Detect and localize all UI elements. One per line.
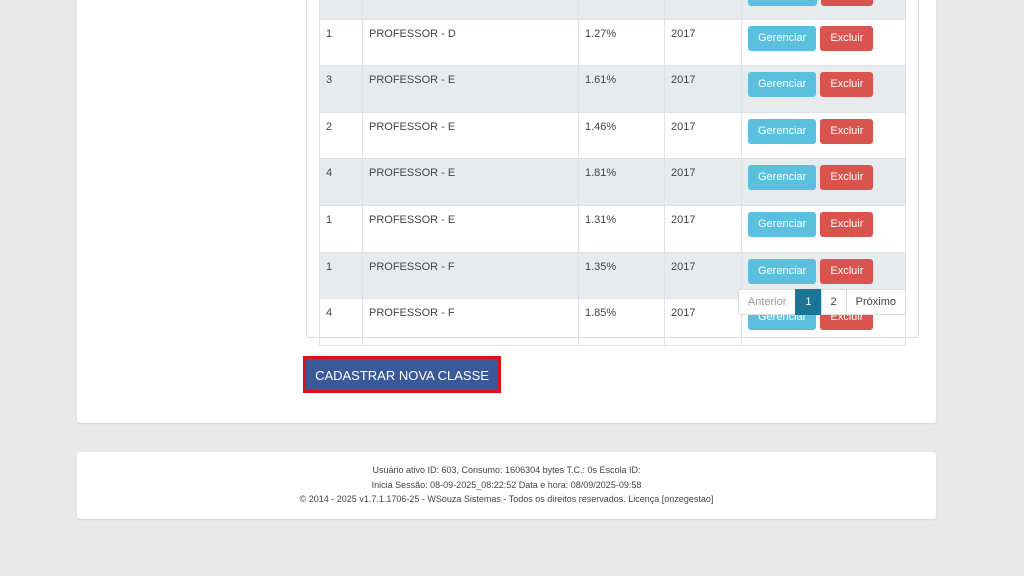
footer-session-info: Inicia Sessão: 08-09-2025_08:22:52 Data … <box>371 479 642 490</box>
cell-year: 2017 <box>664 251 742 300</box>
cell-number: 4 <box>319 298 363 346</box>
cell-class: PROFESSOR - F <box>362 298 579 346</box>
main-card: Gerenciar Excluir 1 PROFESSOR - D 1.27% … <box>77 0 936 423</box>
cell-percent: 1.46% <box>578 111 665 160</box>
cell-year: 2017 <box>664 158 742 206</box>
manage-button[interactable]: Gerenciar <box>748 118 817 144</box>
delete-button[interactable]: Excluir <box>820 165 874 191</box>
cell-year: 2017 <box>664 65 742 113</box>
cell-percent: 1.85% <box>578 298 665 346</box>
cell-class: PROFESSOR - E <box>362 111 579 160</box>
table-row: 1 PROFESSOR - E 1.31% 2017 Gerenciar Exc… <box>319 204 906 253</box>
table-row: 3 PROFESSOR - E 1.61% 2017 Gerenciar Exc… <box>319 65 906 113</box>
cell-year: 2017 <box>664 204 742 253</box>
pagination-next[interactable]: Próximo <box>845 289 906 315</box>
delete-button[interactable]: Excluir <box>820 118 874 144</box>
delete-button[interactable]: Excluir <box>820 25 874 51</box>
cell-number: 1 <box>319 18 363 67</box>
delete-button[interactable]: Excluir <box>820 72 874 98</box>
delete-button[interactable]: Excluir <box>820 211 874 237</box>
cell-year: 2017 <box>664 111 742 160</box>
register-new-class-button[interactable]: CADASTRAR NOVA CLASSE <box>303 356 501 393</box>
cell-number: 2 <box>319 111 363 160</box>
cell-percent: 1.35% <box>578 251 665 300</box>
cell-number: 1 <box>319 251 363 300</box>
cell-class: PROFESSOR - E <box>362 65 579 113</box>
cell-percent: 1.27% <box>578 18 665 67</box>
table-row-partial: Gerenciar Excluir <box>319 0 906 20</box>
pagination-previous[interactable]: Anterior <box>737 289 797 315</box>
cell-class: PROFESSOR - E <box>362 158 579 206</box>
pagination-page-2[interactable]: 2 <box>820 289 847 315</box>
classes-panel: Gerenciar Excluir 1 PROFESSOR - D 1.27% … <box>306 0 919 346</box>
pagination: Anterior 1 2 Próximo <box>737 289 906 315</box>
cell-class: PROFESSOR - F <box>362 251 579 300</box>
manage-button[interactable]: Gerenciar <box>748 25 817 51</box>
table-row: 2 PROFESSOR - E 1.46% 2017 Gerenciar Exc… <box>319 111 906 160</box>
cell-percent: 1.31% <box>578 204 665 253</box>
cell-class: PROFESSOR - D <box>362 18 579 67</box>
cell-number: 3 <box>319 65 363 113</box>
table-row: 4 PROFESSOR - E 1.81% 2017 Gerenciar Exc… <box>319 158 906 206</box>
table-row: 1 PROFESSOR - D 1.27% 2017 Gerenciar Exc… <box>319 18 906 67</box>
manage-button[interactable]: Gerenciar <box>748 72 817 98</box>
cell-year: 2017 <box>664 18 742 67</box>
pagination-page-1[interactable]: 1 <box>795 289 822 315</box>
cell-number: 4 <box>319 158 363 206</box>
manage-button[interactable]: Gerenciar <box>748 165 817 191</box>
cell-percent: 1.81% <box>578 158 665 206</box>
footer: Usuário ativo ID: 603, Consumo: 1606304 … <box>77 452 936 519</box>
cell-class: PROFESSOR - E <box>362 204 579 253</box>
footer-copyright: © 2014 - 2025 v1.7.1.1706-25 - WSouza Si… <box>299 494 714 504</box>
cell-year: 2017 <box>664 298 742 346</box>
cell-percent: 1.61% <box>578 65 665 113</box>
cell-number: 1 <box>319 204 363 253</box>
manage-button[interactable]: Gerenciar <box>748 0 817 6</box>
footer-user-info: Usuário ativo ID: 603, Consumo: 1606304 … <box>372 465 641 475</box>
delete-button[interactable]: Excluir <box>820 258 874 284</box>
delete-button[interactable]: Excluir <box>821 0 874 6</box>
manage-button[interactable]: Gerenciar <box>748 258 817 284</box>
manage-button[interactable]: Gerenciar <box>748 211 817 237</box>
